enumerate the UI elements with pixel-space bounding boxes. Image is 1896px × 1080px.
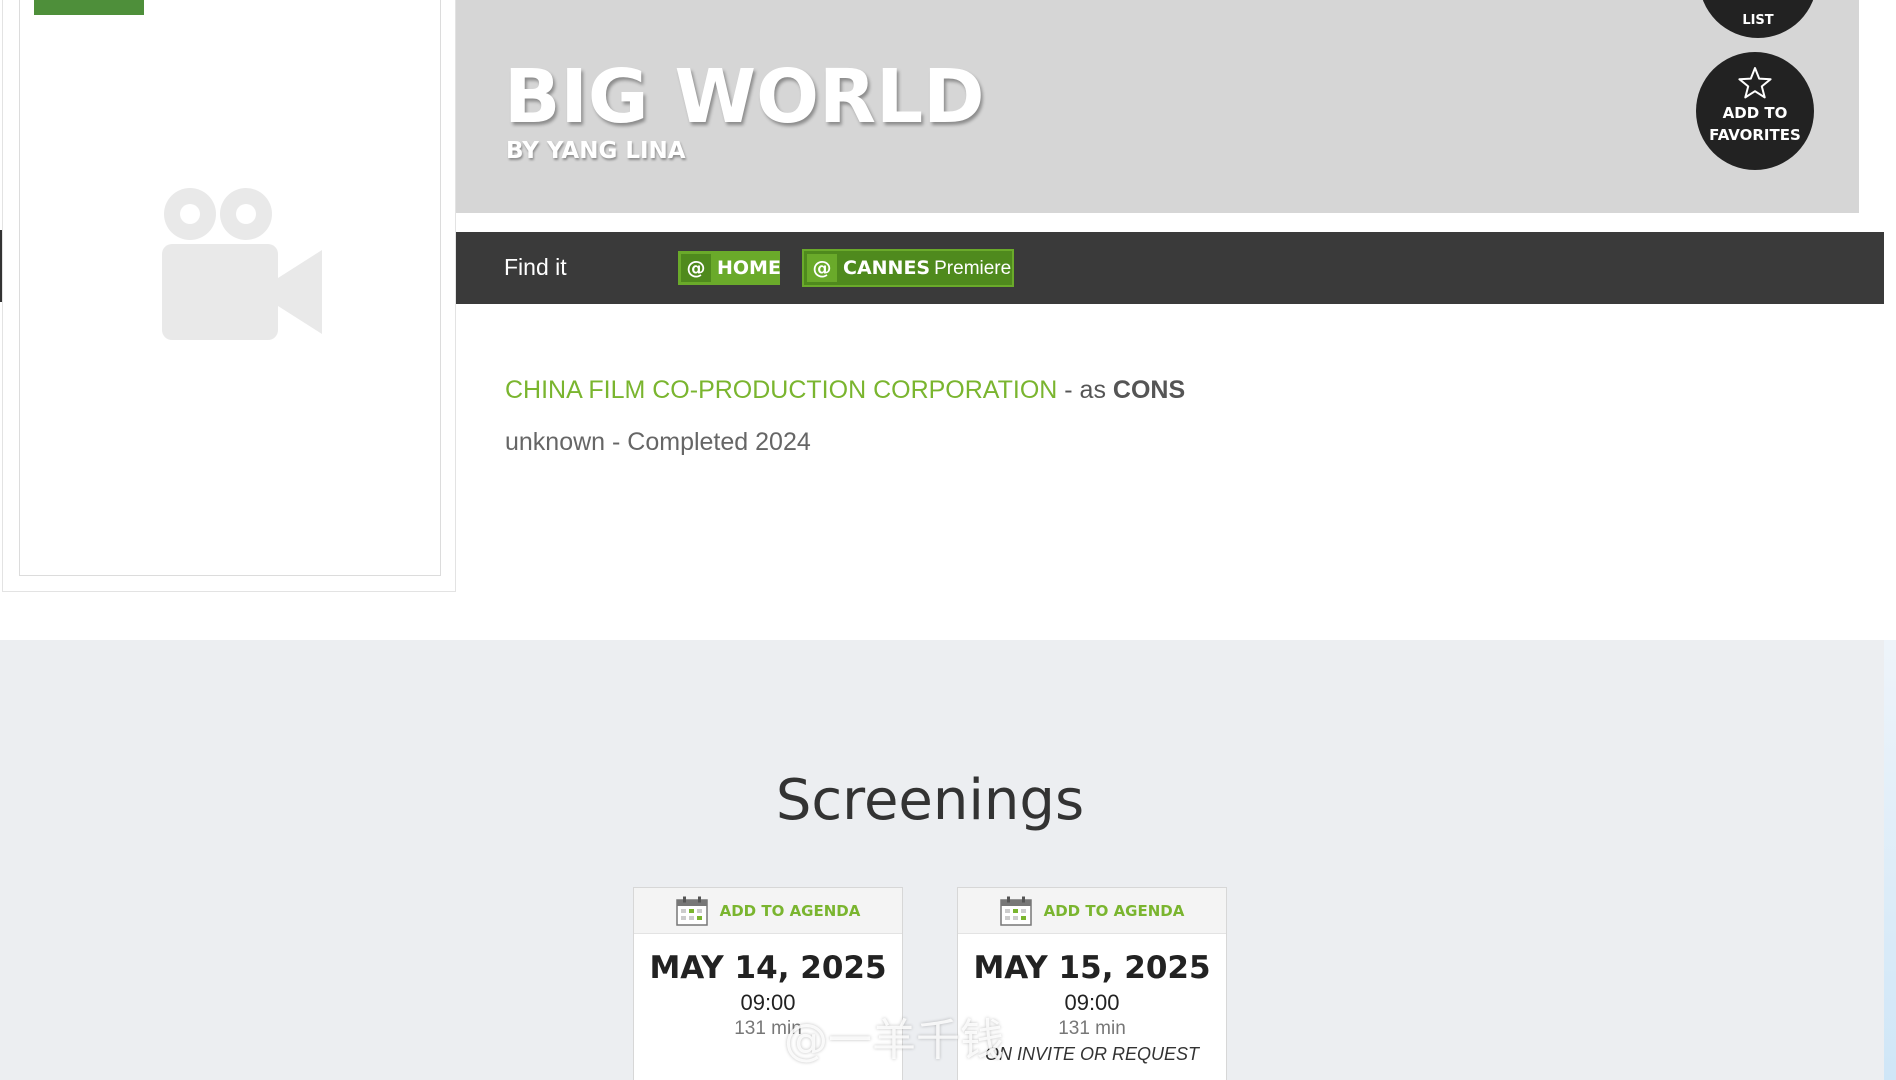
company-separator: - as: [1057, 376, 1113, 404]
at-icon: @: [681, 254, 711, 282]
screening-date: MAY 14, 2025: [649, 950, 887, 986]
add-to-agenda-button[interactable]: ADD TO AGENDA: [634, 888, 902, 934]
add-to-list-button[interactable]: LIST: [1699, 0, 1817, 38]
star-icon: [1738, 67, 1772, 99]
find-it-label: Find it: [504, 254, 567, 280]
at-icon: @: [807, 254, 837, 282]
add-to-agenda-label: ADD TO AGENDA: [1043, 901, 1185, 920]
film-detail-area: BIG WORLD BY YANG LINA LIST ADD TO FAVOR…: [0, 0, 1896, 640]
page: BIG WORLD BY YANG LINA LIST ADD TO FAVOR…: [0, 0, 1896, 1080]
watermark: @一羊千钱: [784, 1015, 1004, 1066]
add-to-list-label: LIST: [1742, 13, 1774, 28]
find-it-bar: Find it @ HOME @ CANNES Premiere: [456, 232, 1884, 304]
add-to-favorites-button[interactable]: ADD TO FAVORITES: [1696, 52, 1814, 170]
tag-cannes-label: CANNES: [843, 257, 931, 279]
video-camera-icon: [162, 188, 322, 340]
production-status: unknown - Completed 2024: [505, 428, 811, 456]
poster-badge: [34, 0, 144, 15]
hero-banner: BIG WORLD BY YANG LINA LIST ADD TO FAVOR…: [456, 0, 1859, 213]
calendar-icon: [999, 896, 1032, 926]
screenings-title: Screenings: [775, 768, 1085, 833]
tag-cannes-sub: Premiere: [934, 258, 1012, 279]
calendar-icon: [675, 896, 708, 926]
tag-cannes[interactable]: @ CANNES Premiere: [802, 249, 1014, 287]
favorites-label-line2: FAVORITES: [1709, 126, 1801, 144]
add-to-agenda-label: ADD TO AGENDA: [719, 901, 861, 920]
company-link[interactable]: CHINA FILM CO-PRODUCTION CORPORATION: [505, 376, 1057, 404]
screening-date: MAY 15, 2025: [973, 950, 1211, 986]
favorites-label-line1: ADD TO: [1722, 104, 1788, 122]
add-to-agenda-button[interactable]: ADD TO AGENDA: [958, 888, 1226, 934]
company-role: CONS: [1112, 376, 1186, 404]
company-line: CHINA FILM CO-PRODUCTION CORPORATION - a…: [505, 376, 1185, 405]
right-edge-strip: [1884, 640, 1896, 1080]
film-director: BY YANG LINA: [506, 138, 686, 164]
tag-home-label: HOME: [717, 257, 781, 279]
tag-home[interactable]: @ HOME: [678, 251, 781, 285]
film-title: BIG WORLD: [504, 54, 985, 140]
